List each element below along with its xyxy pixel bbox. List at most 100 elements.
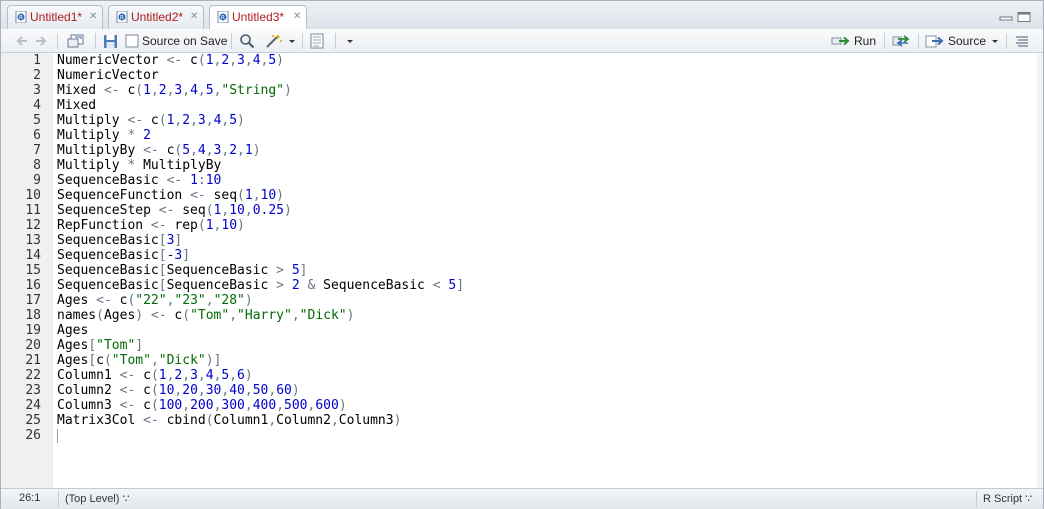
code-line[interactable]: SequenceStep <- seq(1,10,0.25) — [57, 203, 292, 218]
line-number: 4 — [33, 98, 41, 113]
line-number: 16 — [25, 278, 41, 293]
code-line[interactable]: SequenceBasic[SequenceBasic > 5] — [57, 263, 307, 278]
code-line[interactable]: names(Ages) <- c("Tom","Harry","Dick") — [57, 308, 354, 323]
line-number: 3 — [33, 83, 41, 98]
code-line[interactable]: Multiply <- c(1,2,3,4,5) — [57, 113, 245, 128]
code-line[interactable]: Ages <- c("22","23","28") — [57, 293, 253, 308]
code-line[interactable]: SequenceBasic <- 1:10 — [57, 173, 221, 188]
code-line[interactable]: Mixed <- c(1,2,3,4,5,"String") — [57, 83, 292, 98]
close-icon[interactable]: ✕ — [293, 11, 301, 22]
code-line[interactable]: Matrix3Col <- cbind(Column1,Column2,Colu… — [57, 413, 401, 428]
toolbar-separator — [302, 33, 303, 49]
status-bar: 26:1 (Top Level) ∵ R Script ∵ — [1, 488, 1043, 509]
code-line[interactable]: Column2 <- c(10,20,30,40,50,60) — [57, 383, 300, 398]
line-number: 12 — [25, 218, 41, 233]
run-arrow-icon[interactable] — [831, 33, 851, 49]
code-line[interactable]: MultiplyBy <- c(5,4,3,2,1) — [57, 143, 261, 158]
r-file-icon: R — [15, 11, 27, 23]
chevron-down-icon[interactable] — [288, 33, 296, 49]
code-line[interactable]: NumericVector — [57, 68, 159, 83]
line-number: 25 — [25, 413, 41, 428]
tab-bar: R Untitled1* ✕ R Untitled2* ✕ R Untitled… — [1, 1, 1043, 30]
svg-text:R: R — [120, 14, 124, 21]
code-tools-wand-icon[interactable] — [264, 33, 284, 49]
tab-untitled1[interactable]: R Untitled1* ✕ — [7, 5, 103, 29]
editor-toolbar: Source on Save Run Source — [1, 29, 1043, 53]
chevron-down-icon[interactable] — [346, 33, 354, 49]
save-icon[interactable] — [103, 33, 118, 49]
toolbar-separator — [918, 33, 919, 49]
code-line[interactable]: RepFunction <- rep(1,10) — [57, 218, 245, 233]
code-line[interactable]: SequenceBasic[SequenceBasic > 2 & Sequen… — [57, 278, 464, 293]
source-on-save-checkbox[interactable] — [125, 33, 139, 49]
file-type-dropdown[interactable]: R Script ∵ — [983, 492, 1032, 505]
code-line[interactable]: Ages — [57, 323, 88, 338]
rerun-icon[interactable] — [892, 33, 914, 49]
line-number: 19 — [25, 323, 41, 338]
status-divider — [976, 491, 977, 507]
line-number: 14 — [25, 248, 41, 263]
line-number: 24 — [25, 398, 41, 413]
search-icon[interactable] — [239, 33, 255, 49]
source-button[interactable]: Source — [948, 34, 986, 48]
line-number: 2 — [33, 68, 41, 83]
run-button[interactable]: Run — [854, 34, 876, 48]
toolbar-separator — [884, 33, 885, 49]
line-number: 5 — [33, 113, 41, 128]
compile-report-icon[interactable] — [309, 33, 325, 49]
code-line[interactable]: Column3 <- c(100,200,300,400,500,600) — [57, 398, 347, 413]
line-number: 20 — [25, 338, 41, 353]
code-line[interactable]: SequenceBasic[3] — [57, 233, 182, 248]
code-line[interactable]: Mixed — [57, 98, 96, 113]
tab-untitled3[interactable]: R Untitled3* ✕ — [209, 5, 307, 30]
status-divider — [58, 491, 59, 507]
document-outline-icon[interactable] — [1015, 33, 1029, 49]
code-line[interactable]: Multiply * MultiplyBy — [57, 158, 221, 173]
close-icon[interactable]: ✕ — [190, 11, 198, 22]
line-number: 23 — [25, 383, 41, 398]
line-number: 22 — [25, 368, 41, 383]
code-line[interactable]: Ages[c("Tom","Dick")] — [57, 353, 221, 368]
toolbar-separator — [95, 33, 96, 49]
close-icon[interactable]: ✕ — [89, 11, 97, 22]
line-number: 11 — [25, 203, 41, 218]
line-number: 15 — [25, 263, 41, 278]
line-number: 10 — [25, 188, 41, 203]
chevron-down-icon[interactable] — [991, 33, 999, 49]
r-file-icon: R — [217, 11, 229, 23]
minimize-icon[interactable] — [999, 12, 1013, 22]
line-number: 6 — [33, 128, 41, 143]
line-number: 26 — [25, 428, 41, 443]
show-in-window-icon[interactable] — [67, 33, 85, 49]
code-editor[interactable]: 1 NumericVector <- c(1,2,3,4,5) 2 NumericVe… — [1, 53, 1043, 488]
code-line[interactable]: SequenceFunction <- seq(1,10) — [57, 188, 284, 203]
code-line[interactable]: SequenceBasic[-3] — [57, 248, 190, 263]
toolbar-separator — [1006, 33, 1007, 49]
editor-window: R Untitled1* ✕ R Untitled2* ✕ R Untitled… — [0, 0, 1044, 509]
line-number: 21 — [25, 353, 41, 368]
tab-label: Untitled1* — [30, 10, 83, 24]
toolbar-separator — [57, 33, 58, 49]
source-icon[interactable] — [925, 33, 945, 49]
text-cursor — [57, 429, 58, 443]
maximize-icon[interactable] — [1017, 12, 1031, 22]
r-file-icon: R — [116, 11, 128, 23]
scope-dropdown[interactable]: (Top Level) ∵ — [65, 492, 129, 505]
source-on-save-label: Source on Save — [142, 34, 228, 48]
line-number: 7 — [33, 143, 41, 158]
code-line[interactable]: NumericVector <- c(1,2,3,4,5) — [57, 53, 284, 68]
tab-untitled2[interactable]: R Untitled2* ✕ — [108, 5, 204, 29]
tab-label: Untitled3* — [232, 10, 285, 24]
code-line[interactable]: Column1 <- c(1,2,3,4,5,6) — [57, 368, 253, 383]
code-line[interactable]: Multiply * 2 — [57, 128, 151, 143]
forward-arrow-icon[interactable] — [34, 33, 48, 49]
cursor-position: 26:1 — [19, 492, 41, 504]
code-line[interactable]: Ages["Tom"] — [57, 338, 143, 353]
tab-label: Untitled2* — [131, 10, 184, 24]
vertical-scrollbar[interactable] — [1037, 53, 1043, 488]
line-number: 8 — [33, 158, 41, 173]
line-number: 17 — [25, 293, 41, 308]
back-arrow-icon[interactable] — [15, 33, 29, 49]
toolbar-separator — [231, 33, 232, 49]
toolbar-separator — [335, 33, 336, 49]
